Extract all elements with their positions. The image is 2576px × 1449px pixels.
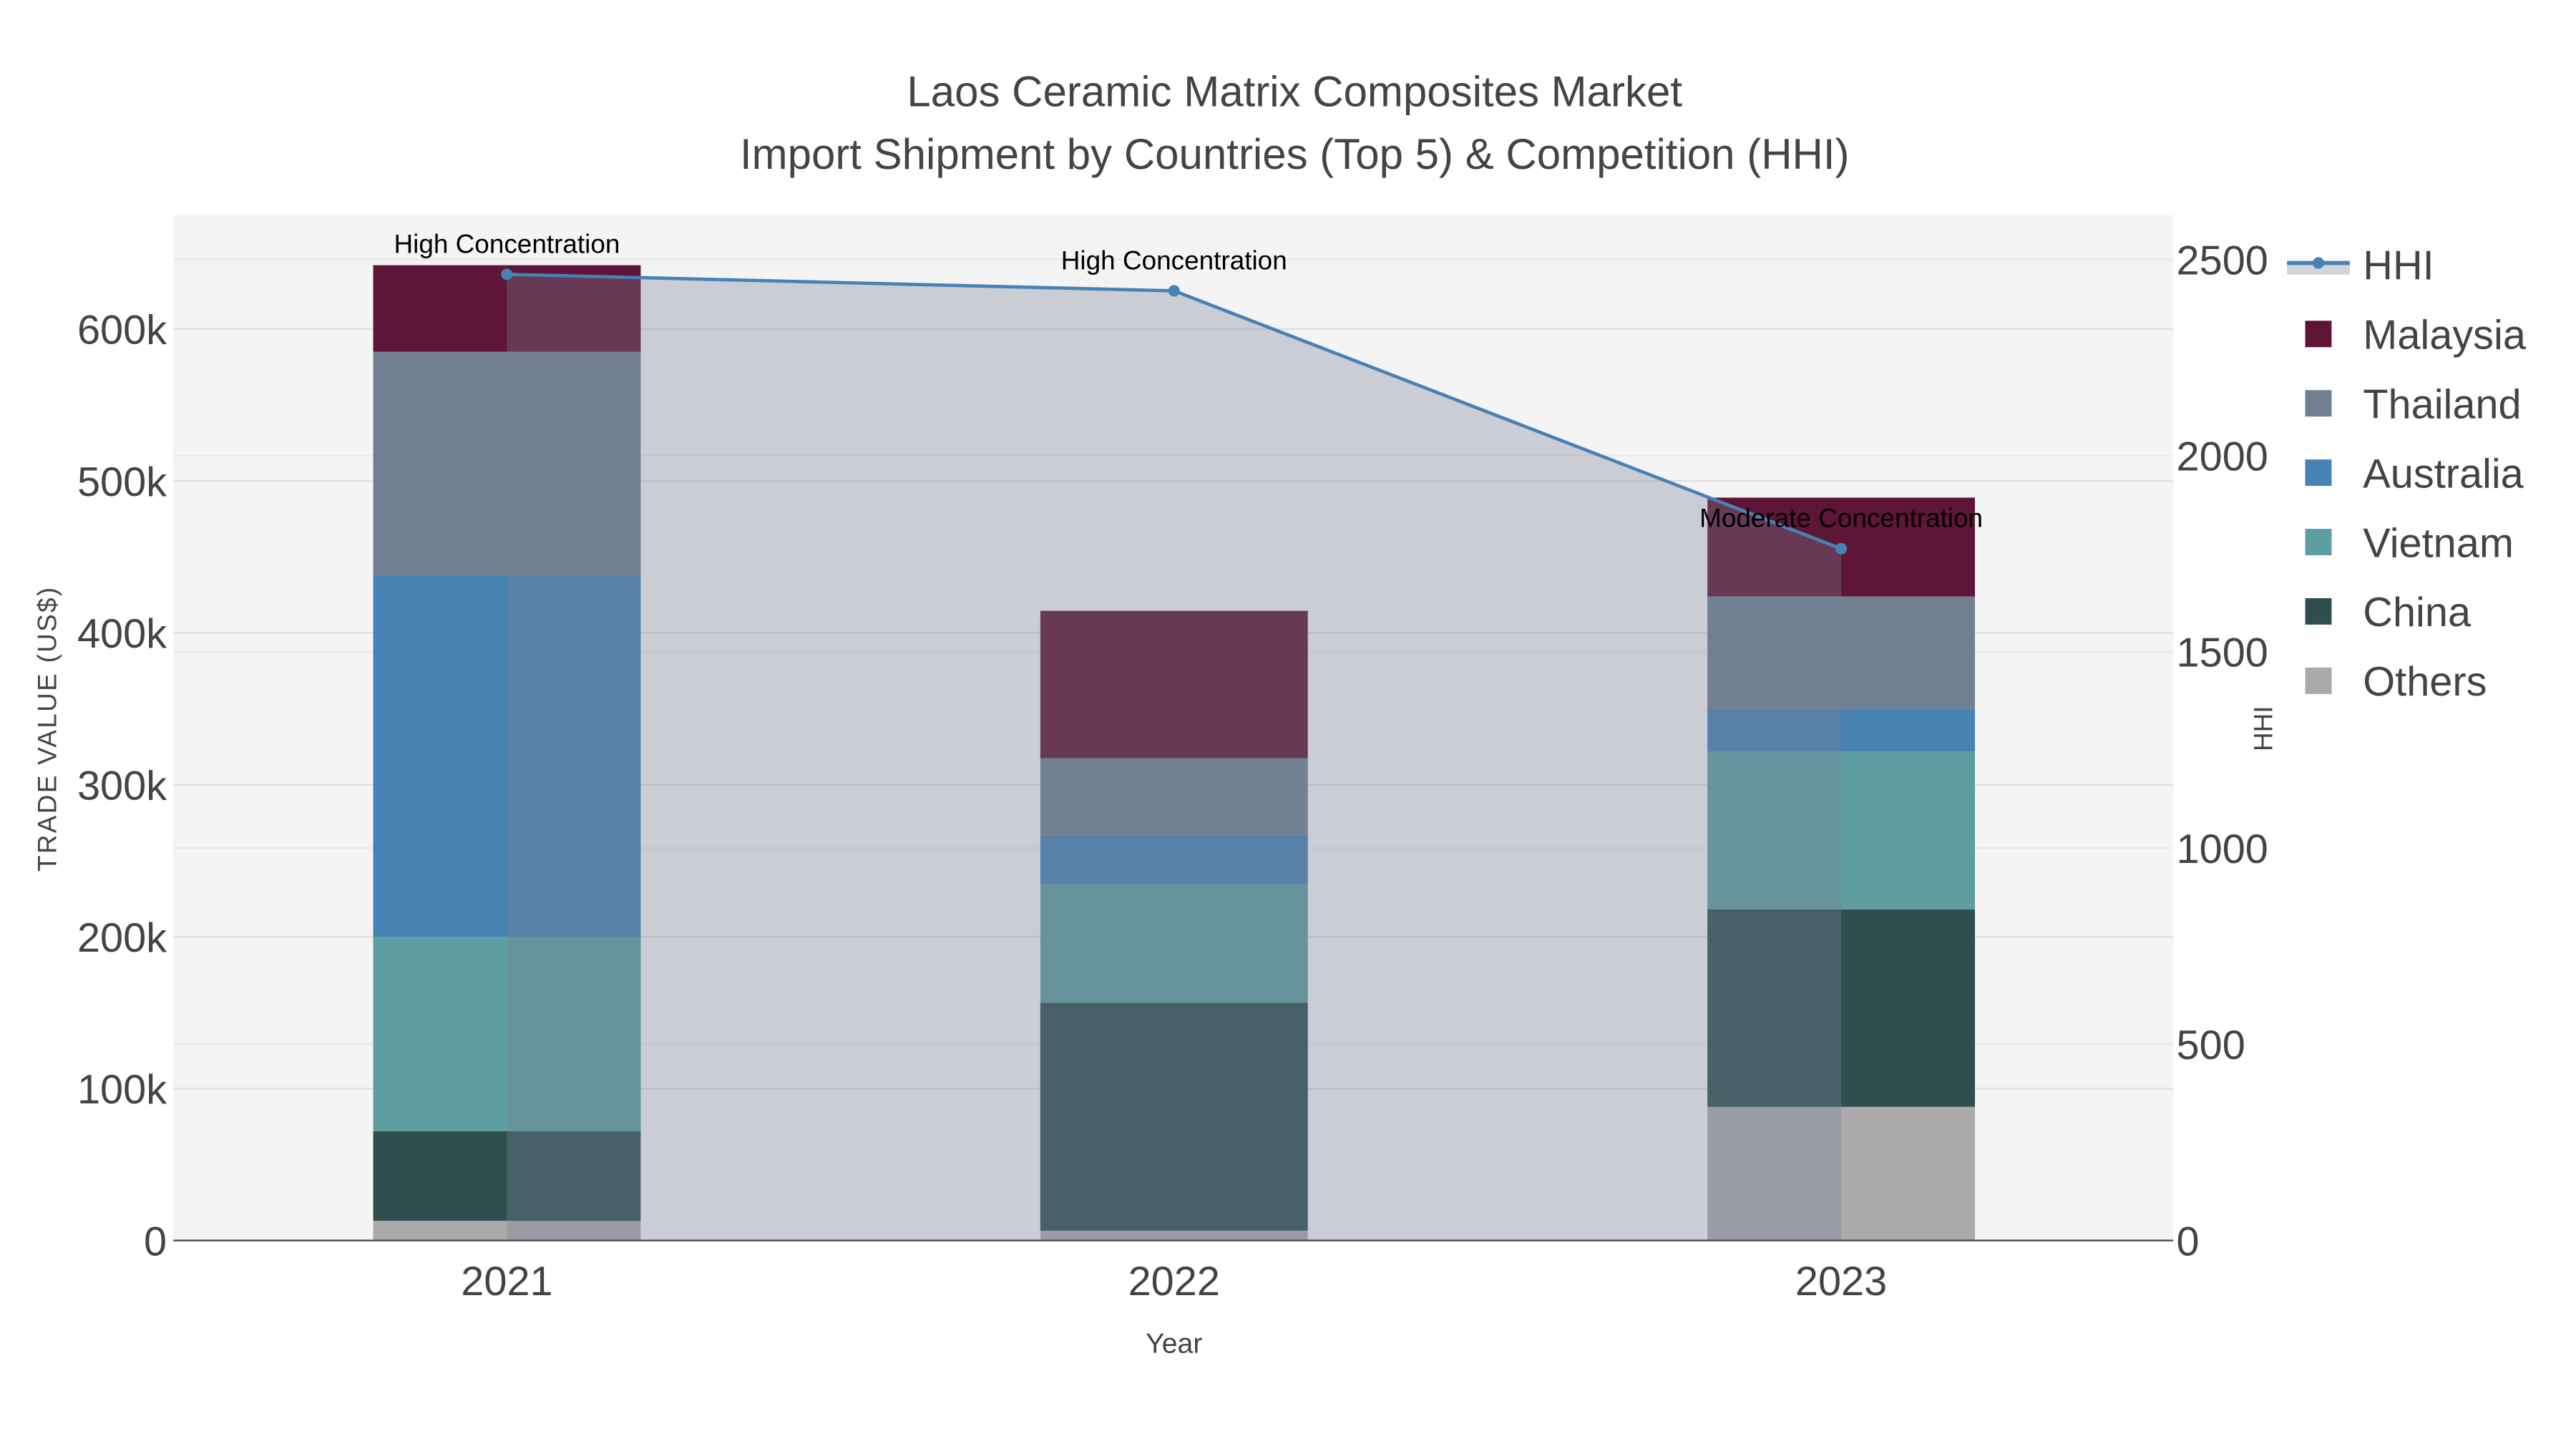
- x-tick-label: 2022: [1128, 1259, 1220, 1304]
- y2-tick-label: 2500: [2177, 238, 2268, 283]
- chart-container: 0 100k 200k 300k 400k 500k 600k 0 500 1000 1500 20…: [0, 0, 2576, 1449]
- legend-label-others: Others: [2363, 659, 2487, 705]
- chart: 0 100k 200k 300k 400k 500k 600k 0 500 1000 1500 20…: [0, 0, 2576, 1449]
- hhi-annotation: Moderate Concentration: [1699, 504, 1983, 533]
- legend-label-australia: Australia: [2363, 451, 2524, 497]
- y-tick-label: 600k: [77, 308, 167, 353]
- legend-swatch-thailand: [2305, 390, 2332, 417]
- hhi-annotation: High Concentration: [1061, 245, 1287, 275]
- hhi-annotation: High Concentration: [394, 229, 620, 258]
- y2-axis-title: HHI: [2248, 706, 2278, 751]
- x-tick-label: 2021: [461, 1259, 552, 1304]
- y2-tick-label: 2000: [2177, 434, 2268, 480]
- y-tick-label: 200k: [77, 915, 167, 961]
- legend-label-malaysia: Malaysia: [2363, 313, 2527, 358]
- legend-label-hhi: HHI: [2363, 243, 2434, 289]
- legend-swatch-others: [2305, 667, 2332, 694]
- legend-label-china: China: [2363, 590, 2472, 635]
- y-tick-label: 500k: [77, 459, 167, 505]
- legend-hhi-marker: [2312, 257, 2325, 269]
- y2-tick-label: 1000: [2177, 826, 2268, 872]
- y2-tick-label: 500: [2177, 1023, 2245, 1068]
- x-axis-title: Year: [1146, 1328, 1202, 1360]
- y2-tick-label: 1500: [2177, 630, 2268, 676]
- x-tick-label: 2023: [1795, 1259, 1887, 1304]
- chart-subtitle: Import Shipment by Countries (Top 5) & C…: [740, 130, 1850, 178]
- hhi-marker: [1835, 542, 1848, 555]
- legend-label-vietnam: Vietnam: [2363, 520, 2514, 566]
- y-tick-label: 100k: [77, 1067, 167, 1113]
- legend-swatch-vietnam: [2305, 529, 2332, 555]
- hhi-marker: [501, 268, 513, 280]
- hhi-marker: [1168, 285, 1180, 297]
- chart-title: Laos Ceramic Matrix Composites Market: [907, 67, 1682, 115]
- legend-swatch-china: [2305, 597, 2332, 625]
- legend-label-thailand: Thailand: [2363, 381, 2521, 427]
- y-tick-label: 300k: [77, 763, 167, 809]
- y-axis-title: TRADE VALUE (US$): [32, 586, 62, 872]
- legend-swatch-malaysia: [2305, 321, 2332, 348]
- y-tick-label: 400k: [77, 611, 167, 657]
- legend-swatch-australia: [2305, 459, 2332, 487]
- y2-tick-label: 0: [2177, 1219, 2200, 1264]
- y-tick-label: 0: [144, 1219, 167, 1264]
